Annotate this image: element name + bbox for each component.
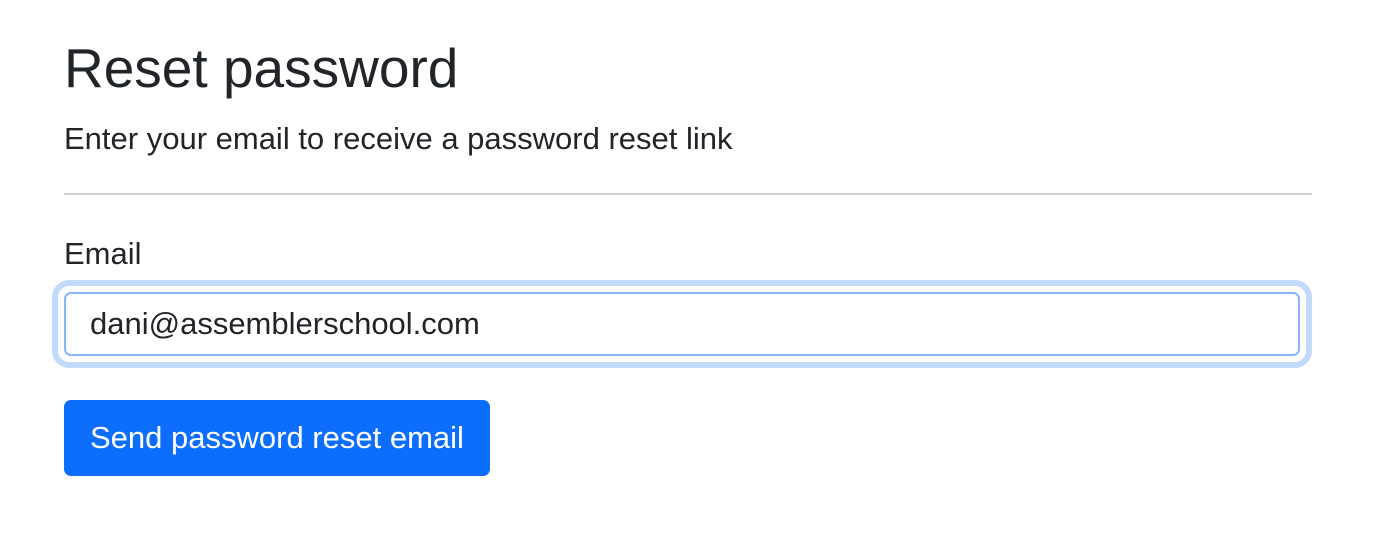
- divider: [64, 193, 1312, 195]
- email-label: Email: [64, 236, 142, 271]
- send-password-reset-button[interactable]: Send password reset email: [64, 400, 490, 476]
- email-focus-ring: [58, 286, 1306, 362]
- reset-password-page: Reset password Enter your email to recei…: [0, 0, 1380, 540]
- page-subtitle: Enter your email to receive a password r…: [64, 121, 733, 156]
- email-input[interactable]: [64, 292, 1300, 356]
- page-title: Reset password: [64, 37, 459, 99]
